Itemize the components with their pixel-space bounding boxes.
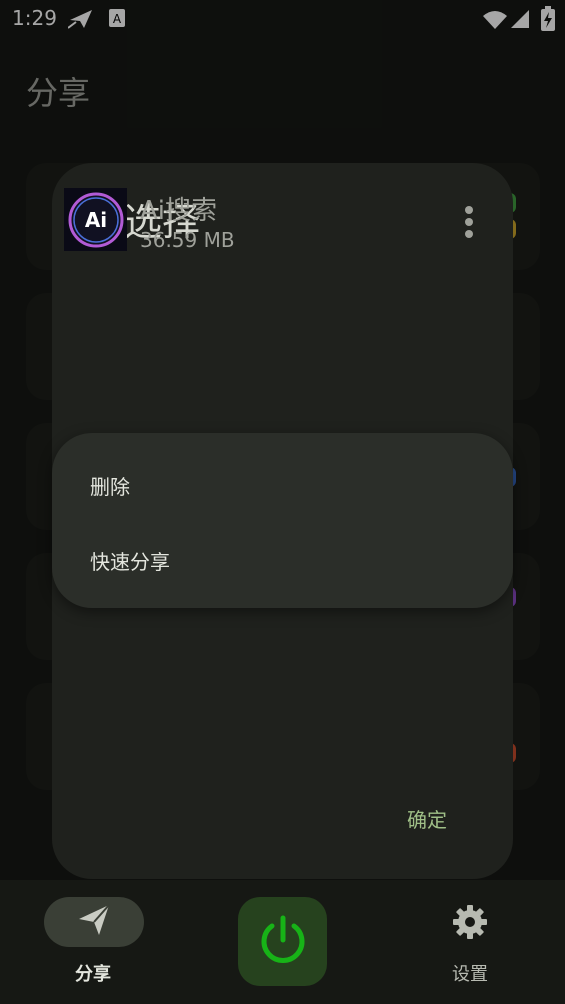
app-row[interactable]: Ai Ai搜索 36.59 MB xyxy=(64,188,501,252)
more-dot xyxy=(465,218,473,226)
nav-item-share[interactable] xyxy=(44,897,144,947)
app-name: Ai搜索 xyxy=(140,196,218,226)
more-dot xyxy=(465,230,473,238)
more-options-icon[interactable] xyxy=(457,202,481,242)
power-icon xyxy=(256,913,310,971)
screen: 1:29 A 分享 选择 Ai Ai搜索 36.59 MB 确定 删除 快速分享… xyxy=(0,0,565,1004)
send-icon xyxy=(77,903,111,941)
gear-icon[interactable] xyxy=(452,904,488,940)
more-dot xyxy=(465,206,473,214)
context-menu: 删除 快速分享 xyxy=(52,433,513,608)
app-icon-text: Ai xyxy=(84,208,106,232)
power-button[interactable] xyxy=(238,897,327,986)
nav-label-settings[interactable]: 设置 xyxy=(452,960,488,986)
menu-item-delete[interactable]: 删除 xyxy=(90,471,130,500)
app-size: 36.59 MB xyxy=(140,228,235,252)
app-icon: Ai xyxy=(64,188,127,251)
confirm-button[interactable]: 确定 xyxy=(407,804,447,833)
nav-label-share: 分享 xyxy=(75,964,111,985)
bottom-nav: 分享 设置 xyxy=(0,880,565,1004)
menu-item-quick-share[interactable]: 快速分享 xyxy=(90,546,170,575)
